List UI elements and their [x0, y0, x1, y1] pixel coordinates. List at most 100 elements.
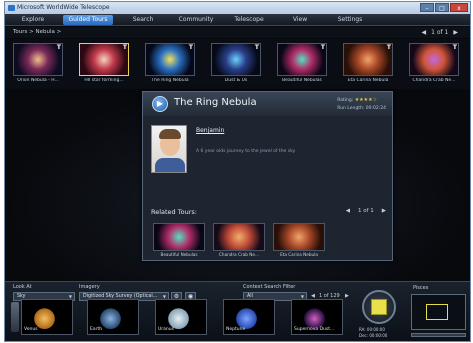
tour-title: The Ring Nebula [174, 97, 257, 108]
constellation-outline [426, 304, 448, 320]
context-item-label: Earth [90, 327, 103, 332]
imagery-label: Imagery [79, 284, 100, 290]
rating-stars[interactable]: ★★★★☆ [355, 97, 377, 103]
bottom-toolbar: Look At Sky ▼ Imagery Digitized Sky Surve… [5, 281, 470, 341]
dec-label: Dec: [359, 333, 369, 338]
tour-thumb-eta-carina[interactable]: T Eta Carina Nebula [343, 43, 393, 85]
author-link[interactable]: Benjamin [196, 127, 224, 134]
tour-description: A 6 year olds journey to the jewel of th… [196, 149, 296, 154]
close-button[interactable]: x [450, 3, 468, 12]
tour-thumb-ring[interactable]: T The Ring Nebula [145, 43, 195, 85]
menu-bar: Explore Guided Tours Search Community Te… [5, 14, 470, 26]
page-indicator: 1 of 1 [431, 29, 449, 36]
breadcrumb[interactable]: Tours > Nebula > [13, 27, 61, 38]
tour-tool-icon: T [452, 44, 457, 51]
context-item-label: Supernova Dust... [294, 327, 335, 332]
tour-image [13, 43, 63, 76]
context-item-venus[interactable]: Venus [21, 299, 73, 341]
tour-tool-icon: T [320, 44, 325, 51]
tour-thumb-hii[interactable]: T HII star forming... [79, 43, 129, 85]
view-frame-icon [371, 299, 387, 315]
menu-guided-tours[interactable]: Guided Tours [63, 15, 113, 25]
tour-detail-header: ▶ The Ring Nebula Rating: ★★★★☆ Run Leng… [143, 92, 392, 116]
minimap-label: Pisces [413, 285, 429, 291]
related-tour-eta-carina[interactable]: Eta Carina Nebula [273, 223, 325, 259]
tour-tool-icon: T [188, 44, 193, 51]
related-tours-label: Related Tours: [151, 208, 197, 216]
related-tour-image [213, 223, 265, 251]
ra-label: RA: [359, 327, 366, 332]
related-tour-chandra[interactable]: Chandra Crab Ne... [213, 223, 265, 259]
menu-explore[interactable]: Explore [13, 15, 53, 25]
tour-tool-icon: T [122, 44, 127, 51]
view-navigator[interactable]: RA: 00:00:00 Dec: 00:00:00 [355, 286, 405, 340]
run-length-label: Run Length: [337, 106, 365, 111]
context-next-icon[interactable]: ▶ [345, 293, 349, 299]
menu-telescope[interactable]: Telescope [227, 15, 271, 25]
tour-image [211, 43, 261, 76]
panel-toggle-handle[interactable] [11, 302, 19, 332]
menu-view[interactable]: View [285, 15, 315, 25]
related-pager: ◀ 1 of 1 ▶ [346, 208, 386, 214]
tour-label: Chandra Crab Ne... [412, 78, 456, 83]
play-icon[interactable]: ▶ [152, 96, 168, 112]
tour-image [343, 43, 393, 76]
tours-pager: ◀ 1 of 1 ▶ [422, 27, 458, 38]
prev-page-icon[interactable]: ◀ [422, 27, 427, 38]
app-window: Microsoft WorldWide Telescope – □ x Expl… [4, 1, 471, 342]
ra-value: 00:00:00 [366, 327, 385, 332]
related-tour-label: Chandra Crab Ne... [219, 252, 259, 257]
rating-label: Rating: [337, 98, 354, 103]
author-photo [151, 125, 187, 173]
constellation-minimap[interactable] [411, 294, 466, 330]
related-tour-label: Beautiful Nebulas [160, 252, 198, 257]
tour-tool-icon: T [386, 44, 391, 51]
field-of-view-bar[interactable] [411, 333, 466, 337]
related-prev-icon[interactable]: ◀ [346, 208, 350, 214]
run-length-value: 00:02:24 [365, 106, 386, 111]
context-item-label: Venus [24, 327, 38, 332]
tour-meta: Rating: ★★★★☆ Run Length: 00:02:24 [337, 96, 386, 113]
minimize-button[interactable]: – [420, 3, 434, 12]
dec-value: 00:00:00 [369, 333, 388, 338]
context-item-neptune[interactable]: Neptune [223, 299, 275, 341]
tour-label: Eta Carina Nebula [347, 78, 389, 83]
tour-image [409, 43, 459, 76]
related-page-indicator: 1 of 1 [357, 208, 374, 214]
related-tour-label: Eta Carina Nebula [280, 252, 318, 257]
related-tour-image [153, 223, 205, 251]
context-filter-label: Context Search Filter [243, 284, 296, 290]
window-title: Microsoft WorldWide Telescope [17, 4, 110, 11]
next-page-icon[interactable]: ▶ [453, 27, 458, 38]
menu-search[interactable]: Search [123, 15, 163, 25]
app-icon [8, 5, 15, 11]
tour-label: Dust & Us [224, 78, 248, 83]
look-at-label: Look At [13, 284, 32, 290]
menu-community[interactable]: Community [173, 15, 219, 25]
tour-thumb-chandra-crab[interactable]: T Chandra Crab Ne... [409, 43, 459, 85]
context-item-label: Neptune [226, 327, 246, 332]
related-tour-beautiful[interactable]: Beautiful Nebulas [153, 223, 205, 259]
tour-image [277, 43, 327, 76]
context-item-earth[interactable]: Earth [87, 299, 139, 341]
tour-thumb-orion[interactable]: T Orion Nebula - H... [13, 43, 63, 85]
context-item-supernova[interactable]: Supernova Dust... [291, 299, 343, 341]
related-next-icon[interactable]: ▶ [382, 208, 386, 214]
tour-detail-panel: ▶ The Ring Nebula Rating: ★★★★☆ Run Leng… [142, 91, 393, 261]
tour-thumb-dust[interactable]: T Dust & Us [211, 43, 261, 85]
tour-label: Orion Nebula - H... [17, 78, 59, 83]
maximize-button[interactable]: □ [435, 3, 449, 12]
breadcrumb-row: Tours > Nebula > ◀ 1 of 1 ▶ [5, 27, 470, 38]
context-item-uranus[interactable]: Uranus [155, 299, 207, 341]
tour-image [145, 43, 195, 76]
tour-label: HII star forming... [84, 78, 124, 83]
related-tour-image [273, 223, 325, 251]
title-bar: Microsoft WorldWide Telescope – □ x [5, 2, 470, 14]
tour-label: Beautiful Nebulas [282, 78, 322, 83]
tour-thumb-beautiful[interactable]: T Beautiful Nebulas [277, 43, 327, 85]
tours-strip: T Orion Nebula - H... T HII star forming..… [5, 39, 470, 89]
tour-tool-icon: T [56, 44, 61, 51]
menu-settings[interactable]: Settings [330, 15, 370, 25]
tour-image [79, 43, 129, 76]
tour-label: The Ring Nebula [151, 78, 189, 83]
